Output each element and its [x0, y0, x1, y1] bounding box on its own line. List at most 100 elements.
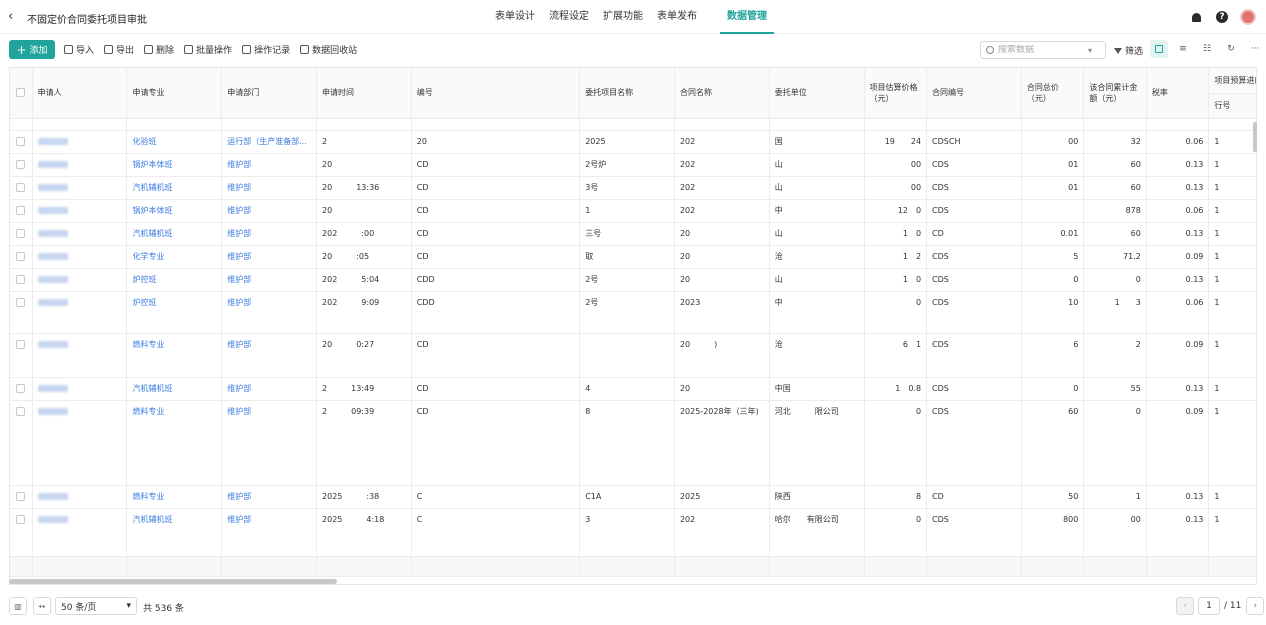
cell-dept[interactable]: 维护部	[221, 291, 318, 334]
avatar[interactable]	[1240, 9, 1256, 25]
history-button[interactable]: 操作记录	[242, 43, 290, 56]
chevron-down-icon[interactable]: ▾	[1088, 46, 1092, 55]
cell-dept[interactable]: 维护部	[221, 153, 318, 177]
table-row[interactable]: 炉控班 维护部 202 5:04 CDD 2号 20 山 1 0 CDS 0 0 0.13 1	[10, 268, 1256, 292]
row-checkbox[interactable]	[10, 291, 33, 334]
table-row[interactable]: 锅炉本体班 维护部 20 CD 2号炉 202 山 00 CDS 01 60 0.13 1	[10, 153, 1256, 177]
search-input[interactable]	[998, 45, 1088, 55]
more-icon[interactable]: ···	[1246, 40, 1264, 58]
cell-dept[interactable]: 维护部	[221, 199, 318, 223]
recycle-button[interactable]: 数据回收站	[300, 43, 357, 56]
delete-button[interactable]: 删除	[144, 43, 174, 56]
row-checkbox[interactable]	[10, 153, 33, 177]
horizontal-scrollbar[interactable]	[9, 579, 337, 584]
col-major[interactable]: 申请专业	[126, 68, 223, 119]
table-row[interactable]: 锅炉本体班 维护部 20 CD 1 202 中 12 0 CDS 878 0.06 1	[10, 199, 1256, 223]
table-row[interactable]: 汽机辅机班 维护部 20 13:36 CD 3号 202 山 00 CDS 01 60 0.13 1	[10, 176, 1256, 200]
col-estimate[interactable]: 项目估算价格（元）	[864, 68, 928, 119]
filter-button[interactable]: 筛选	[1114, 44, 1143, 57]
tab-extensions[interactable]: 扩展功能	[596, 0, 650, 34]
cell-dept[interactable]: 维护部	[221, 176, 318, 200]
row-checkbox[interactable]	[10, 130, 33, 154]
page-input[interactable]: 1	[1198, 597, 1220, 615]
table-row[interactable]: 汽机辅机班 维护部 2 13:49 CD 4 20 中国 1 0.8 CDS 0 55 0.13 1	[10, 377, 1256, 401]
cell-applicant[interactable]	[32, 291, 128, 334]
cell-applicant[interactable]	[32, 377, 128, 401]
col-budget-progress[interactable]: 项目预算进度	[1208, 68, 1256, 94]
row-checkbox[interactable]	[10, 400, 33, 486]
table-row[interactable]: 炉控班 维护部 202 9:09 CDD 2号 2023 中 0 CDS 10 1 3 0.06 1	[10, 291, 1256, 334]
select-all-checkbox[interactable]	[10, 68, 33, 119]
cell-major[interactable]: 汽机辅机班	[126, 176, 223, 200]
cell-major[interactable]: 燃料专业	[126, 485, 223, 509]
cell-applicant[interactable]	[32, 176, 128, 200]
table-row[interactable]: 燃料专业 维护部 2 09:39 CD 8 2025-2028年（三年) 河北 限公司 0 CD…	[10, 400, 1256, 486]
cell-applicant[interactable]	[32, 199, 128, 223]
row-checkbox[interactable]	[10, 377, 33, 401]
cell-dept[interactable]: 维护部	[221, 508, 318, 557]
tab-form-publish[interactable]: 表单发布	[650, 0, 704, 34]
cell-major[interactable]: 炉控班	[126, 291, 223, 334]
add-button[interactable]: + 添加	[9, 40, 55, 59]
fit-width-icon[interactable]: ↔	[33, 597, 51, 615]
next-page-button[interactable]: ›	[1246, 597, 1265, 615]
col-contract-name[interactable]: 合同名称	[674, 68, 770, 119]
col-unit[interactable]: 委托单位	[769, 68, 865, 119]
search-box[interactable]: ▾	[980, 41, 1106, 59]
col-dept[interactable]: 申请部门	[221, 68, 318, 119]
row-checkbox[interactable]	[10, 268, 33, 292]
table-row[interactable]: 燃料专业 维护部 20 0:27 CD 20 ) 沧 6 1 CDS 6 2 0.09 1	[10, 333, 1256, 378]
cell-applicant[interactable]	[32, 485, 128, 509]
cell-applicant[interactable]	[32, 130, 128, 154]
col-code[interactable]: 编号	[411, 68, 581, 119]
cell-applicant[interactable]	[32, 222, 128, 246]
col-cumulative[interactable]: 该合同累计金额（元）	[1083, 68, 1147, 119]
col-project-name[interactable]: 委托项目名称	[579, 68, 675, 119]
cell-dept[interactable]: 维护部	[221, 222, 318, 246]
cell-dept[interactable]: 维护部	[221, 485, 318, 509]
row-checkbox[interactable]	[10, 333, 33, 378]
comment-view-icon[interactable]	[1150, 40, 1168, 58]
table-row[interactable]: 汽机辅机班 维护部 202 :00 CD 三号 20 山 1 0 CD 0.01 60 0.13 1	[10, 222, 1256, 246]
refresh-icon[interactable]: ↻	[1222, 40, 1240, 58]
col-contract-no[interactable]: 合同编号	[926, 68, 1022, 119]
cell-applicant[interactable]	[32, 153, 128, 177]
cell-major[interactable]: 汽机辅机班	[126, 508, 223, 557]
import-button[interactable]: 导入	[64, 43, 94, 56]
cell-major[interactable]: 化学专业	[126, 245, 223, 269]
col-time[interactable]: 申请时间	[316, 68, 412, 119]
cell-major[interactable]: 燃料专业	[126, 333, 223, 378]
columns-icon[interactable]: ☷	[1198, 40, 1216, 58]
cell-applicant[interactable]	[32, 333, 128, 378]
cell-dept[interactable]: 维护部	[221, 268, 318, 292]
batch-button[interactable]: 批量操作	[184, 43, 232, 56]
table-row[interactable]: 燃料专业 维护部 2025 :38 C C1A 2025 陕西 8 CD 50 1 0.13 1	[10, 485, 1256, 509]
help-icon[interactable]: ?	[1214, 9, 1230, 25]
col-tax[interactable]: 税率	[1146, 68, 1210, 119]
tab-data-management[interactable]: 数据管理	[720, 0, 774, 34]
cell-applicant[interactable]	[32, 508, 128, 557]
col-line-no[interactable]: 行号	[1208, 93, 1256, 119]
row-checkbox[interactable]	[10, 245, 33, 269]
cell-applicant[interactable]	[32, 268, 128, 292]
row-checkbox[interactable]	[10, 485, 33, 509]
col-applicant[interactable]: 申请人	[32, 68, 128, 119]
cell-major[interactable]: 汽机辅机班	[126, 222, 223, 246]
cell-major[interactable]: 化验班	[126, 130, 223, 154]
cell-applicant[interactable]	[32, 400, 128, 486]
row-checkbox[interactable]	[10, 176, 33, 200]
table-row[interactable]: 汽机辅机班 维护部 2025 4:18 C 3 202 哈尔 有限公司 0 CDS 800 00 0.…	[10, 508, 1256, 557]
cell-dept[interactable]: 运行部（生产准备部...	[221, 130, 318, 154]
row-height-icon[interactable]: ▥	[9, 597, 27, 615]
cell-dept[interactable]: 维护部	[221, 377, 318, 401]
prev-page-button[interactable]: ‹	[1176, 597, 1194, 615]
bell-icon[interactable]	[1188, 9, 1204, 25]
cell-major[interactable]: 燃料专业	[126, 400, 223, 486]
cell-major[interactable]: 汽机辅机班	[126, 377, 223, 401]
cell-applicant[interactable]	[32, 245, 128, 269]
table-row[interactable]: 化验班 运行部（生产准备部... 2 20 2025 202 国 19 24 CDSCH 00 32…	[10, 130, 1256, 154]
cell-major[interactable]: 锅炉本体班	[126, 199, 223, 223]
row-checkbox[interactable]	[10, 199, 33, 223]
export-button[interactable]: 导出	[104, 43, 134, 56]
cell-dept[interactable]: 维护部	[221, 333, 318, 378]
